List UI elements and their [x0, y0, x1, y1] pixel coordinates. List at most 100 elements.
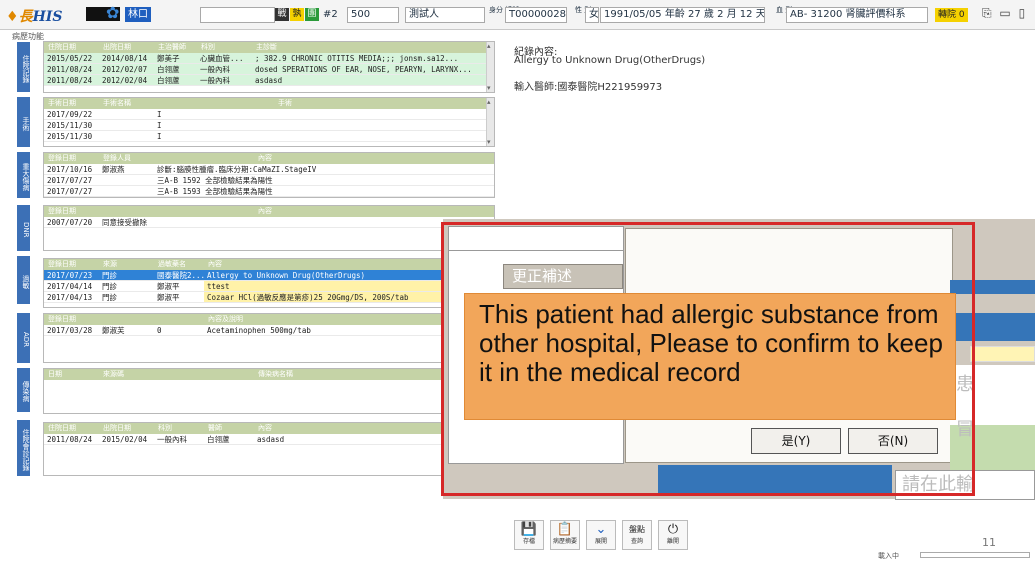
cell: 2015/05/22 — [47, 54, 93, 63]
table-row-selected[interactable]: 2017/07/23 門診 國泰醫院2... Allergy to Unknow… — [44, 270, 494, 281]
progress-bar — [920, 552, 1030, 558]
dialog-bar — [950, 280, 1035, 294]
column-header: 出院日期 — [103, 424, 131, 432]
dialog-bar — [950, 313, 1035, 341]
table-header: 登錄日期 內容 — [44, 206, 494, 217]
tab-consult[interactable]: 住院會診記錄 — [17, 420, 30, 476]
window-controls-icon[interactable]: ⎘ ▭ ▯ — [982, 6, 1027, 21]
annotation-callout: This patient had allergic substance from… — [464, 293, 956, 420]
visit-number-field[interactable]: 500 — [347, 7, 399, 23]
table-row[interactable]: 2011/08/24 2012/02/07 白翎蘆 一般內科 dosed SPE… — [44, 64, 494, 75]
tab-admission[interactable]: 住院記錄 — [17, 42, 30, 92]
dialog-input[interactable]: 請在此輸 — [895, 470, 1035, 500]
dnr-table: 登錄日期 內容 2007/07/20 同意接受撤除 — [43, 205, 495, 251]
admission-table: 住院日期 出院日期 主治醫師 科別 主診斷 2015/05/22 2014/08… — [43, 41, 495, 93]
table-header: 日期 來源碼 傳染病名稱 — [44, 369, 494, 380]
cell: 2011/08/24 — [47, 435, 93, 444]
cell: 白翎蘆 — [207, 435, 230, 444]
column-header: 過敏藥名 — [158, 260, 186, 268]
column-header: 日期 — [48, 370, 62, 378]
input-doctor: 輸入醫師:國泰醫院H221959973 — [514, 82, 663, 93]
correction-button[interactable]: 更正補述 — [503, 264, 623, 289]
cell: 白翎蘆 — [157, 76, 180, 85]
column-header: 內容及說明 — [208, 315, 243, 323]
scrollbar[interactable] — [486, 42, 494, 92]
save-button[interactable]: 💾 存檔 — [514, 520, 544, 550]
query-button[interactable]: 盤點 查詢 — [622, 520, 652, 550]
cell: 一般內科 — [200, 65, 230, 74]
table-header: 登錄日期 登錄人員 內容 — [44, 153, 494, 164]
exit-button[interactable]: ⏻ 離開 — [658, 520, 688, 550]
cell: 2017/07/23 — [47, 271, 93, 280]
bottom-toolbar: 💾 存檔 📋 病歷摘要 ⌄ 展開 盤點 查詢 ⏻ 離開 — [514, 520, 688, 550]
table-row[interactable]: 2015/11/30 I — [44, 120, 494, 131]
cell: 0 — [157, 326, 162, 335]
sex-field[interactable]: 女 — [585, 7, 599, 23]
table-header: 住院日期 出院日期 主治醫師 科別 主診斷 — [44, 42, 494, 53]
toolbar-field-blank[interactable] — [200, 7, 275, 23]
dialog-field[interactable] — [970, 346, 1035, 362]
no-button[interactable]: 否(N) — [848, 428, 938, 454]
tab-major-illness[interactable]: 重大傷病 — [17, 152, 30, 198]
table-row[interactable]: 2017/07/27 三A-B 1592 全部檢驗結果為陽性 — [44, 175, 494, 186]
scrollbar[interactable] — [486, 98, 494, 146]
surgery-table: 手術日期 手術名稱 手術 2017/09/22 I 2015/11/30 I 2… — [43, 97, 495, 147]
cell: 心臟血管... — [200, 54, 244, 63]
cell: 2011/08/24 — [47, 76, 93, 85]
table-row[interactable]: 2017/03/28 鄭淑芙 0 Acetaminophen 500mg/tab — [44, 325, 494, 336]
column-header: 科別 — [158, 424, 172, 432]
column-header — [99, 206, 154, 217]
column-header: 來源碼 — [103, 370, 124, 378]
column-header: 主診斷 — [256, 43, 277, 51]
dialog-bottom-bar — [658, 465, 892, 495]
cell: 三A-B 1593 全部檢驗結果為陽性 — [157, 187, 273, 196]
tab-infectious[interactable]: 傳染病 — [17, 368, 30, 412]
page-number: 11 — [982, 536, 996, 549]
column-header: 登錄人員 — [103, 154, 131, 162]
column-header: 手術名稱 — [103, 99, 131, 107]
table-row[interactable]: 2017/09/22 I — [44, 109, 494, 120]
hospital-branch[interactable]: 林口 — [125, 7, 151, 22]
blood-dept-field[interactable]: AB- 31200 肾臟評價科系 — [786, 7, 928, 23]
birth-age-field[interactable]: 1991/05/05 年齡 27 歲 2 月 12 天 — [600, 7, 765, 23]
cell — [99, 120, 154, 130]
table-row[interactable]: 2017/10/16 鄭淑燕 診斷:腦膜性腫瘤.臨床分期:CaMaZI.Stag… — [44, 164, 494, 175]
status-text: 載入中 — [878, 552, 899, 560]
toolbar-badge-2[interactable]: 孰 — [290, 8, 304, 21]
yes-button[interactable]: 是(Y) — [751, 428, 841, 454]
tab-allergy[interactable]: 過敏 — [17, 256, 30, 304]
table-row[interactable]: 2015/11/30 I — [44, 131, 494, 142]
table-row[interactable]: 2015/05/22 2014/08/14 鄭美子 心臟血管... ; 382.… — [44, 53, 494, 64]
cell: 一般內科 — [200, 76, 230, 85]
cell: 鄭淑平 — [157, 282, 180, 291]
examiner-field[interactable]: 測試人 — [405, 7, 485, 23]
cell: 白翎蘆 — [157, 65, 180, 74]
table-row[interactable]: 2017/07/27 三A-B 1593 全部檢驗結果為陽性 — [44, 186, 494, 197]
cell — [99, 131, 154, 141]
toolbar-badge-1[interactable]: 戰 — [275, 8, 289, 21]
cell: asdasd — [255, 76, 283, 85]
expand-button[interactable]: ⌄ 展開 — [586, 520, 616, 550]
table-row[interactable]: 2011/08/24 2015/02/04 一般內科 白翎蘆 asdasd — [44, 434, 494, 445]
tab-adr[interactable]: ADR — [17, 313, 30, 363]
cell: 門診 — [102, 282, 117, 291]
table-row[interactable]: 2017/04/14 門診 鄭淑平 ttest — [44, 281, 494, 292]
column-header: 傳染病名稱 — [258, 370, 293, 378]
toolbar-badge-3[interactable]: 團 — [305, 8, 319, 21]
cell: 鄭美子 — [157, 54, 180, 63]
tab-surgery[interactable]: 手術 — [17, 97, 30, 147]
table-row[interactable]: 2017/04/13 門診 鄭淑平 Cozaar HCl(過敏反應是第疹)25 … — [44, 292, 494, 303]
cell: 2012/02/07 — [102, 65, 148, 74]
summary-button[interactable]: 📋 病歷摘要 — [550, 520, 580, 550]
column-header: 科別 — [201, 43, 215, 51]
gear-icon[interactable]: ✿ — [106, 4, 119, 22]
cell: 鄭淑燕 — [102, 165, 125, 174]
cell: 2017/07/27 — [47, 176, 93, 185]
tab-dnr[interactable]: DNR — [17, 205, 30, 251]
cell: Acetaminophen 500mg/tab — [207, 326, 311, 335]
table-row[interactable]: 2011/08/24 2012/02/04 白翎蘆 一般內科 asdasd — [44, 75, 494, 86]
patient-id-field[interactable]: T000000288 — [505, 7, 567, 23]
cell: 三A-B 1592 全部檢驗結果為陽性 — [157, 176, 273, 185]
table-row[interactable]: 2007/07/20 同意接受撤除 — [44, 217, 494, 228]
status-badge[interactable]: 轉院 0 — [935, 8, 968, 22]
